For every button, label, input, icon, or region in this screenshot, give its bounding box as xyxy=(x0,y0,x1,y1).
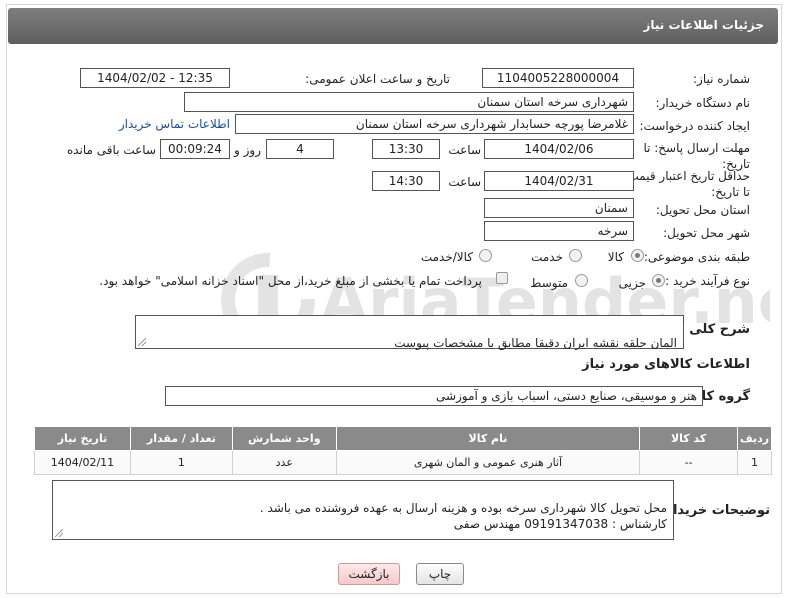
category-option-service: خدمت xyxy=(531,250,563,264)
cell-name: آثار هنری عمومی و المان شهری xyxy=(335,450,641,475)
need-number-label: شماره نیاز: xyxy=(693,72,750,86)
cell-date: 1404/02/11 xyxy=(34,450,131,475)
cell-quantity: 1 xyxy=(129,450,233,475)
goods-group-field: هنر و موسیقی، صنایع دستی، اسباب بازی و آ… xyxy=(165,386,703,406)
category-radio-service[interactable] xyxy=(569,249,582,262)
announce-label: تاریخ و ساعت اعلان عمومی: xyxy=(305,72,450,86)
remaining-label: ساعت باقی مانده xyxy=(66,143,156,157)
cell-row: 1 xyxy=(737,450,772,475)
category-option-goods: کالا xyxy=(607,250,624,264)
col-quantity: تعداد / مقدار xyxy=(129,426,233,451)
buyer-notes-textarea[interactable]: محل تحویل کالا شهرداری سرخه بوده و هزینه… xyxy=(52,480,674,540)
category-radio-goods-service[interactable] xyxy=(479,249,492,262)
buyer-contact-link[interactable]: اطلاعات تماس خریدار xyxy=(119,117,230,131)
col-name: نام کالا xyxy=(335,426,641,451)
creator-label: ایجاد کننده درخواست: xyxy=(639,119,750,133)
city-field: سرخه xyxy=(484,221,634,241)
treasury-checkbox[interactable] xyxy=(496,272,508,284)
days-label: روز و xyxy=(234,143,261,157)
col-unit: واحد شمارش xyxy=(231,426,337,451)
print-button[interactable]: چاپ xyxy=(416,563,464,585)
buyer-org-label: نام دستگاه خریدار: xyxy=(655,96,751,110)
process-radio-minor[interactable] xyxy=(652,274,665,287)
price-valid-time-field: 14:30 xyxy=(372,171,440,191)
panel-header: جزئیات اطلاعات نیاز xyxy=(8,8,778,44)
page-title: جزئیات اطلاعات نیاز xyxy=(643,18,764,32)
cell-code: -- xyxy=(639,450,739,475)
buyer-notes-label: توضیحات خریدار: xyxy=(660,503,770,518)
province-label: استان محل تحویل: xyxy=(655,203,750,217)
cell-unit: عدد xyxy=(231,450,337,475)
price-valid-label: حداقل تاریخ اعتبار قیمت: تا تاریخ: xyxy=(623,169,750,199)
description-textarea[interactable]: المان حلقه نقشه ایران دقیقا مطابق با مشخ… xyxy=(135,315,684,350)
category-label: طبقه بندی موضوعی: xyxy=(643,250,750,264)
goods-table: ردیف کد کالا نام کالا واحد شمارش تعداد /… xyxy=(34,426,772,475)
back-button[interactable]: بازگشت xyxy=(338,563,400,585)
deadline-date-field: 1404/02/06 xyxy=(484,139,634,159)
creator-field: غلامرضا پورچه حسابدار شهرداری سرخه استان… xyxy=(235,114,634,134)
deadline-hour-label: ساعت xyxy=(448,143,481,157)
description-text: المان حلقه نقشه ایران دقیقا مطابق با مشخ… xyxy=(394,336,677,350)
process-label: نوع فرآیند خرید : xyxy=(665,274,750,288)
days-field: 4 xyxy=(266,139,334,159)
resize-handle[interactable] xyxy=(138,338,146,346)
city-label: شهر محل تحویل: xyxy=(663,226,750,240)
buyer-notes-text: محل تحویل کالا شهرداری سرخه بوده و هزینه… xyxy=(259,501,667,531)
table-row: 1 -- آثار هنری عمومی و المان شهری عدد 1 … xyxy=(34,450,772,475)
deadline-time-field: 13:30 xyxy=(372,139,440,159)
process-option-minor: جزیی xyxy=(618,276,646,290)
category-option-goods-service: کالا/خدمت xyxy=(420,250,473,264)
col-row: ردیف xyxy=(737,426,772,451)
province-field: سمنان xyxy=(484,198,634,218)
announce-field: 1404/02/02 - 12:35 xyxy=(80,68,230,88)
col-date: تاریخ نیاز xyxy=(34,426,131,451)
process-option-medium: متوسط xyxy=(530,276,568,290)
price-valid-date-field: 1404/02/31 xyxy=(484,171,634,191)
resize-handle[interactable] xyxy=(55,529,63,537)
treasury-note: پرداخت تمام یا بخشی از مبلغ خرید،از محل … xyxy=(99,274,482,288)
remaining-time-field: 00:09:24 xyxy=(160,139,230,159)
buyer-org-field: شهرداری سرخه استان سمنان xyxy=(184,92,634,112)
need-number-field: 1104005228000004 xyxy=(482,68,634,88)
price-valid-hour-label: ساعت xyxy=(448,175,481,189)
table-header-row: ردیف کد کالا نام کالا واحد شمارش تعداد /… xyxy=(34,426,772,451)
category-radio-goods[interactable] xyxy=(631,249,644,262)
process-radio-medium[interactable] xyxy=(575,274,588,287)
goods-info-title: اطلاعات کالاهای مورد نیاز xyxy=(582,357,750,372)
col-code: کد کالا xyxy=(639,426,739,451)
